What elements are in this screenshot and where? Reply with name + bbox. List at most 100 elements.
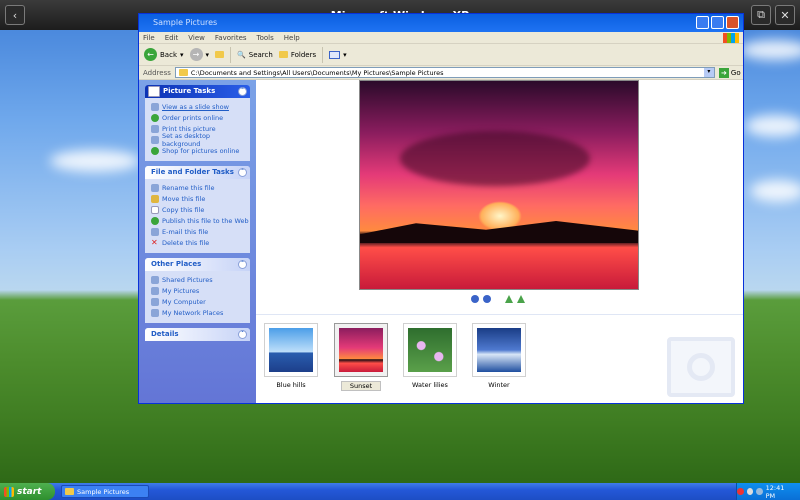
thumbnail-blue-hills[interactable] bbox=[264, 323, 318, 377]
network-icon[interactable] bbox=[756, 488, 763, 495]
dropdown-arrow-icon[interactable]: ▾ bbox=[206, 51, 210, 59]
preview-cloud bbox=[400, 131, 590, 186]
menu-help[interactable]: Help bbox=[284, 34, 300, 42]
file-folder-tasks-panel: File and Folder Tasks ˆ Rename this file… bbox=[145, 166, 250, 253]
menu-edit[interactable]: Edit bbox=[165, 34, 179, 42]
address-dropdown-icon[interactable]: ▾ bbox=[703, 68, 714, 77]
views-icon bbox=[329, 50, 341, 59]
menu-tools[interactable]: Tools bbox=[257, 34, 274, 42]
taskbar-item-label: Sample Pictures bbox=[77, 487, 130, 496]
next-image-icon[interactable] bbox=[483, 295, 491, 303]
place-my-network[interactable]: My Network Places bbox=[151, 307, 250, 318]
file-folder-tasks-header[interactable]: File and Folder Tasks ˆ bbox=[145, 166, 250, 179]
collapse-chevron-icon[interactable]: ˆ bbox=[238, 260, 247, 269]
views-button[interactable]: ▾ bbox=[329, 50, 347, 59]
menu-favorites[interactable]: Favorites bbox=[215, 34, 247, 42]
task-publish-web[interactable]: Publish this file to the Web bbox=[151, 215, 250, 226]
back-label: Back bbox=[160, 50, 177, 59]
thumbnail-image bbox=[477, 328, 521, 372]
back-arrow-icon: ← bbox=[144, 48, 157, 61]
back-arrow-button[interactable]: ‹ bbox=[5, 5, 25, 25]
collapse-chevron-icon[interactable]: ˆ bbox=[238, 168, 247, 177]
picture-tasks-icon bbox=[148, 86, 160, 97]
task-rename-file[interactable]: Rename this file bbox=[151, 182, 250, 193]
up-folder-button[interactable] bbox=[215, 51, 225, 58]
toolbar-separator bbox=[230, 46, 232, 63]
task-set-desktop-background[interactable]: Set as desktop background bbox=[151, 132, 250, 148]
task-shop-pictures[interactable]: Shop for pictures online bbox=[151, 145, 250, 156]
printer-icon bbox=[151, 124, 159, 133]
close-button[interactable] bbox=[726, 16, 739, 29]
task-move-file[interactable]: Move this file bbox=[151, 193, 250, 204]
desktop-cloud bbox=[750, 180, 800, 202]
forward-arrow-icon: → bbox=[189, 48, 203, 61]
rotate-clockwise-icon[interactable] bbox=[505, 295, 513, 303]
dropdown-arrow-icon[interactable]: ▾ bbox=[180, 51, 184, 59]
address-input[interactable]: C:\Documents and Settings\All Users\Docu… bbox=[174, 67, 715, 78]
rotate-counterclockwise-icon[interactable] bbox=[517, 295, 525, 303]
menu-view[interactable]: View bbox=[188, 34, 205, 42]
expand-chevron-icon[interactable]: ˇ bbox=[238, 330, 247, 339]
previous-image-icon[interactable] bbox=[471, 295, 479, 303]
picture-tasks-header[interactable]: Picture Tasks ˆ bbox=[145, 85, 250, 98]
other-places-header[interactable]: Other Places ˆ bbox=[145, 258, 250, 271]
thumbnail-image bbox=[269, 328, 313, 372]
task-copy-file[interactable]: Copy this file bbox=[151, 204, 250, 215]
windows-logo-icon bbox=[4, 486, 14, 497]
taskbar: start Sample Pictures 12:41 PM bbox=[0, 483, 800, 500]
network-icon bbox=[151, 308, 159, 317]
security-alert-icon[interactable] bbox=[737, 488, 744, 495]
menu-file[interactable]: File bbox=[143, 34, 155, 42]
delete-x-icon: ✕ bbox=[151, 237, 158, 247]
start-label: start bbox=[17, 486, 42, 497]
explorer-window: Sample Pictures File Edit View Favorites… bbox=[138, 13, 744, 404]
taskbar-item-sample-pictures[interactable]: Sample Pictures bbox=[61, 485, 149, 498]
rename-icon bbox=[151, 183, 159, 192]
place-shared-pictures[interactable]: Shared Pictures bbox=[151, 274, 250, 285]
folder-icon bbox=[65, 488, 74, 495]
forward-button[interactable]: → ▾ bbox=[189, 48, 210, 61]
place-my-pictures[interactable]: My Pictures bbox=[151, 285, 250, 296]
search-button[interactable]: 🔍 Search bbox=[237, 51, 273, 59]
details-panel: Details ˇ bbox=[145, 328, 250, 341]
thumbnail-water-lilies[interactable] bbox=[403, 323, 457, 377]
minimize-button[interactable] bbox=[696, 16, 709, 29]
pictures-watermark-icon bbox=[667, 337, 735, 397]
email-icon bbox=[151, 227, 159, 236]
filmstrip-view: Blue hills Sunset Water lilies Winter bbox=[256, 80, 743, 403]
folders-label: Folders bbox=[290, 50, 317, 59]
restore-window-button[interactable]: ⧉ bbox=[751, 5, 771, 25]
go-arrow-icon: ➜ bbox=[718, 67, 729, 78]
details-header[interactable]: Details ˇ bbox=[145, 328, 250, 341]
slideshow-icon bbox=[151, 102, 159, 111]
task-view-slideshow[interactable]: View as a slide show bbox=[151, 101, 250, 112]
copy-icon bbox=[151, 205, 159, 214]
place-my-computer[interactable]: My Computer bbox=[151, 296, 250, 307]
folder-icon bbox=[151, 286, 159, 295]
maximize-button[interactable] bbox=[711, 16, 724, 29]
picture-preview bbox=[359, 80, 639, 290]
windows-flag-icon bbox=[723, 33, 739, 43]
thumbnail-winter[interactable] bbox=[472, 323, 526, 377]
clock[interactable]: 12:41 PM bbox=[766, 484, 794, 500]
folders-button[interactable]: Folders bbox=[278, 50, 317, 59]
thumbnail-sunset[interactable] bbox=[334, 323, 388, 377]
globe-icon bbox=[151, 146, 159, 155]
details-title: Details bbox=[151, 330, 179, 338]
dropdown-arrow-icon[interactable]: ▾ bbox=[343, 51, 347, 59]
thumbnail-label: Blue hills bbox=[276, 381, 306, 389]
task-delete-file[interactable]: ✕ Delete this file bbox=[151, 237, 250, 248]
system-tray: 12:41 PM bbox=[736, 483, 800, 500]
start-button[interactable]: start bbox=[0, 483, 55, 500]
globe-icon bbox=[151, 113, 159, 122]
address-bar: Address C:\Documents and Settings\All Us… bbox=[139, 66, 743, 80]
task-order-prints[interactable]: Order prints online bbox=[151, 112, 250, 123]
thumbnail-label: Water lilies bbox=[412, 381, 448, 389]
volume-icon[interactable] bbox=[746, 488, 754, 495]
back-button[interactable]: ← Back ▾ bbox=[144, 48, 184, 61]
settings-tools-button[interactable]: ✕ bbox=[775, 5, 795, 25]
task-email-file[interactable]: E-mail this file bbox=[151, 226, 250, 237]
collapse-chevron-icon[interactable]: ˆ bbox=[238, 87, 247, 96]
window-title-bar[interactable]: Sample Pictures bbox=[139, 14, 743, 32]
go-button[interactable]: ➜ Go bbox=[718, 67, 741, 78]
